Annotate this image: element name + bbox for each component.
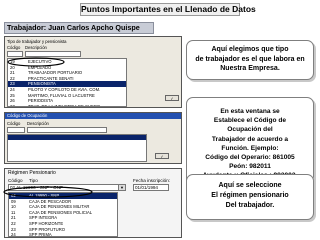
worker-label: Trabajador: Juan Carlos Apcho Quispe xyxy=(4,22,154,34)
callout-line: de trabajador es el que labora en xyxy=(195,55,305,63)
callout-line: El régimen pensionario xyxy=(211,191,289,199)
worker-type-window: Tipo de trabajador y pensionista Código … xyxy=(4,36,182,108)
callout-line: En esta ventana se xyxy=(220,108,280,115)
pension-type-label: Tipo xyxy=(29,178,38,183)
worker-type-list[interactable]: 19 EJECUTIVO 20 EMPLEADO 21 TRABAJADOR PORTUA… xyxy=(7,58,127,107)
list-item-description: SPP PRIMA xyxy=(29,232,52,237)
pension-code-label: Código xyxy=(8,178,23,183)
registration-date-label: Fecha inscripción: xyxy=(133,178,171,183)
registration-date-input[interactable]: 01/01/1994 xyxy=(133,184,169,191)
code-label: Código xyxy=(7,45,21,50)
callout-line: Establece el Código de xyxy=(213,117,287,125)
list-item-code: 24 xyxy=(11,232,16,237)
registration-date-value: 01/01/1994 xyxy=(135,185,158,190)
pension-regime-panel: Régimen Pensionario Código Tipo Fecha in… xyxy=(4,168,182,238)
list-item[interactable]: 27 TRAB. DE LA INDUSTRIA DE CUERO xyxy=(8,103,126,107)
worker-type-code-input[interactable] xyxy=(7,51,23,57)
callout-line: Código del Operario: 861005 xyxy=(205,154,295,162)
callout-line: Peón: 982011 xyxy=(229,163,271,171)
occupation-code-input[interactable] xyxy=(7,127,25,133)
callout-line: Función. Ejemplo: xyxy=(221,144,279,152)
occupation-window-title: Código de Ocupación xyxy=(7,113,48,118)
pension-regime-select[interactable]: 02 AL 19990 - SNP - ONP ▼ xyxy=(8,184,126,191)
callout-line: Aquí elegimos que tipo xyxy=(211,46,289,53)
list-item[interactable]: 24 SPP PRIMA xyxy=(9,232,117,237)
chevron-down-icon[interactable]: ▼ xyxy=(118,185,125,190)
occupation-code-label: Código xyxy=(7,121,21,126)
callout-line: Nuestra Empresa. xyxy=(220,65,280,73)
callout-pension-regime: Aquí se seleccione El régimen pensionari… xyxy=(186,174,314,220)
callout-line: Ocupación del xyxy=(227,126,273,134)
occupation-list[interactable] xyxy=(7,134,147,162)
worker-type-window-title: Tipo de trabajador y pensionista xyxy=(7,39,67,44)
list-item-description: TRAB. DE LA INDUSTRIA DE CUERO xyxy=(28,103,101,107)
callout-line: Aquí se seleccione xyxy=(218,182,282,189)
page-title: Puntos Importantes en el Llenado de Dato… xyxy=(80,3,256,16)
accept-button[interactable]: ✓ xyxy=(165,95,179,101)
occupation-desc-label: Descripción xyxy=(27,121,49,126)
callout-line: Trabajador de acuerdo a xyxy=(211,135,289,143)
pension-regime-list[interactable]: 02 AL 19990 - SNP 09 CAJA DE PESCADOR 10 CAJA… xyxy=(8,192,118,237)
description-label: Descripción xyxy=(25,45,47,50)
callout-line: Del trabajador. xyxy=(225,201,275,209)
occupation-code-window: Código de Ocupación Código Descripción ✓ xyxy=(4,112,182,164)
pension-regime-selected-value: 02 AL 19990 - SNP - ONP xyxy=(10,185,64,190)
callout-worker-type: Aquí elegimos que tipo de trabajador es … xyxy=(186,40,314,80)
occupation-ok-button[interactable]: ✓ xyxy=(155,153,169,159)
pension-section-title: Régimen Pensionario xyxy=(8,170,56,176)
occupation-desc-input[interactable] xyxy=(27,127,107,133)
worker-type-desc-input[interactable] xyxy=(25,51,81,57)
list-item-code: 27 xyxy=(10,103,15,107)
